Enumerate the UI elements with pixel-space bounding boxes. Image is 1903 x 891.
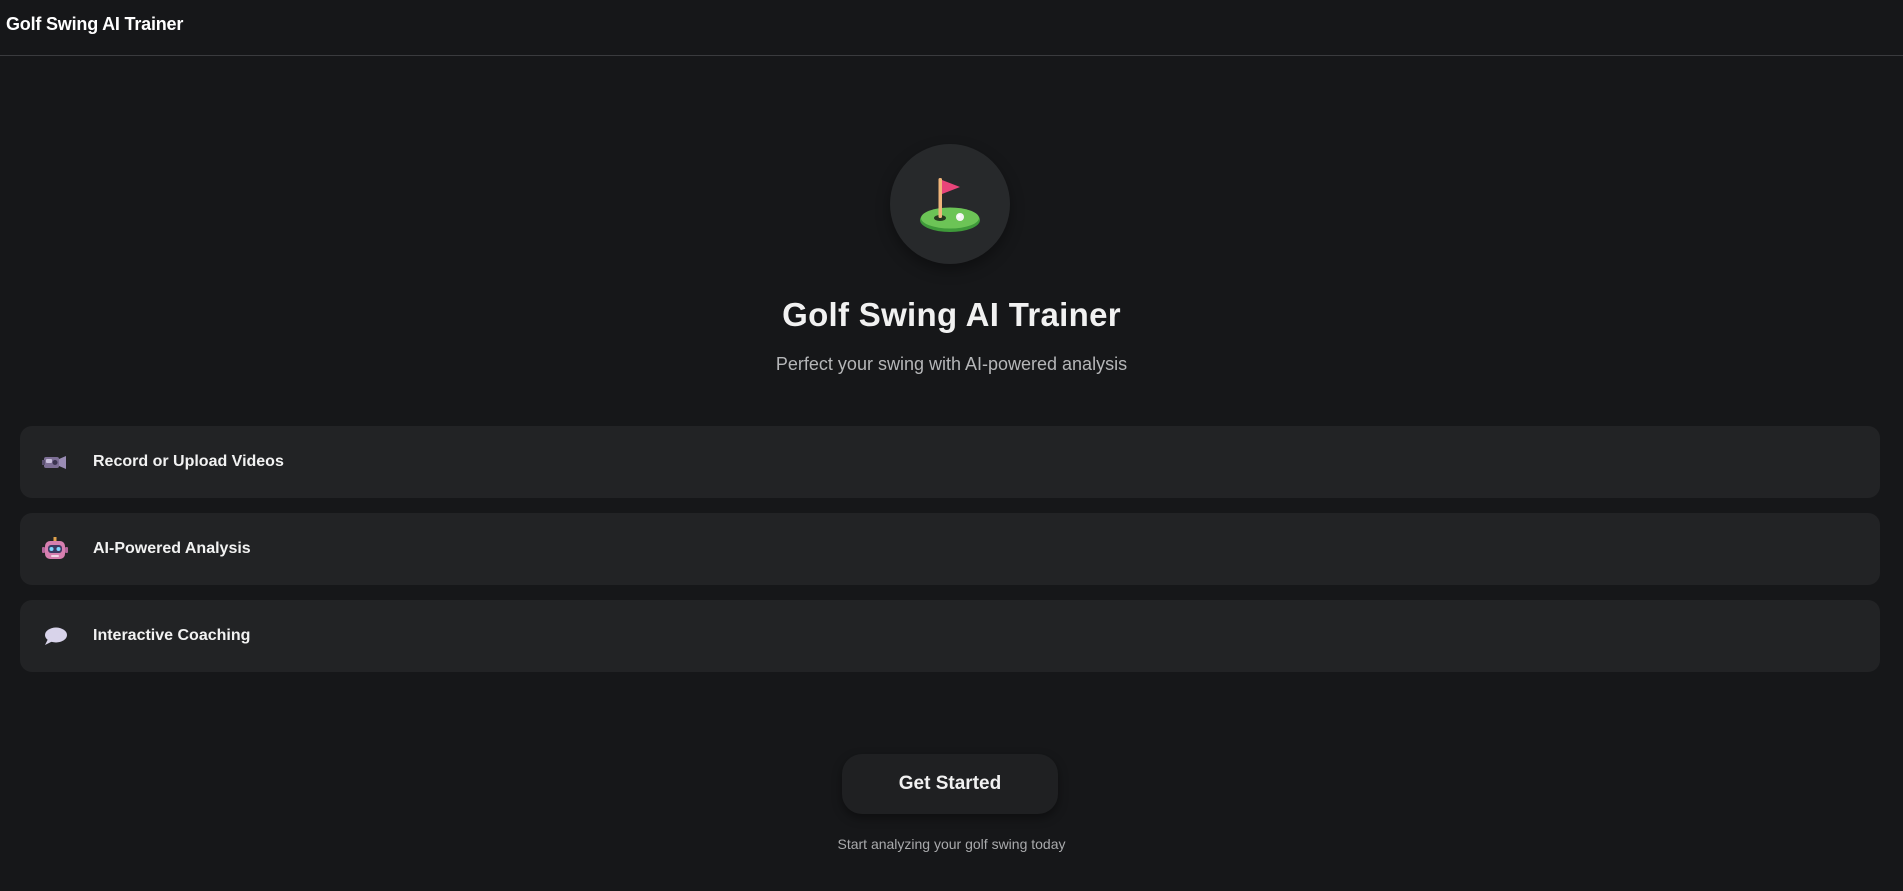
- feature-label: Interactive Coaching: [93, 627, 251, 644]
- robot-icon: [42, 537, 68, 559]
- cta-caption: Start analyzing your golf swing today: [837, 836, 1066, 852]
- speech-bubble-icon: [45, 627, 67, 645]
- feature-card-record: Record or Upload Videos: [20, 426, 1880, 498]
- hero-subtitle: Perfect your swing with AI-powered analy…: [775, 354, 1128, 374]
- app-title: Golf Swing AI Trainer: [6, 14, 184, 34]
- feature-label: Record or Upload Videos: [93, 453, 284, 470]
- video-camera-icon: [42, 456, 66, 469]
- golf-flag-hole-icon: [920, 178, 980, 232]
- top-bar: Golf Swing AI Trainer: [0, 0, 1903, 56]
- get-started-button[interactable]: Get Started: [842, 754, 1058, 814]
- feature-card-coaching: Interactive Coaching: [20, 600, 1880, 672]
- feature-label: AI-Powered Analysis: [93, 540, 251, 557]
- feature-card-analysis: AI-Powered Analysis: [20, 513, 1880, 585]
- hero-logo: [890, 144, 1010, 264]
- hero-title: Golf Swing AI Trainer: [782, 296, 1121, 333]
